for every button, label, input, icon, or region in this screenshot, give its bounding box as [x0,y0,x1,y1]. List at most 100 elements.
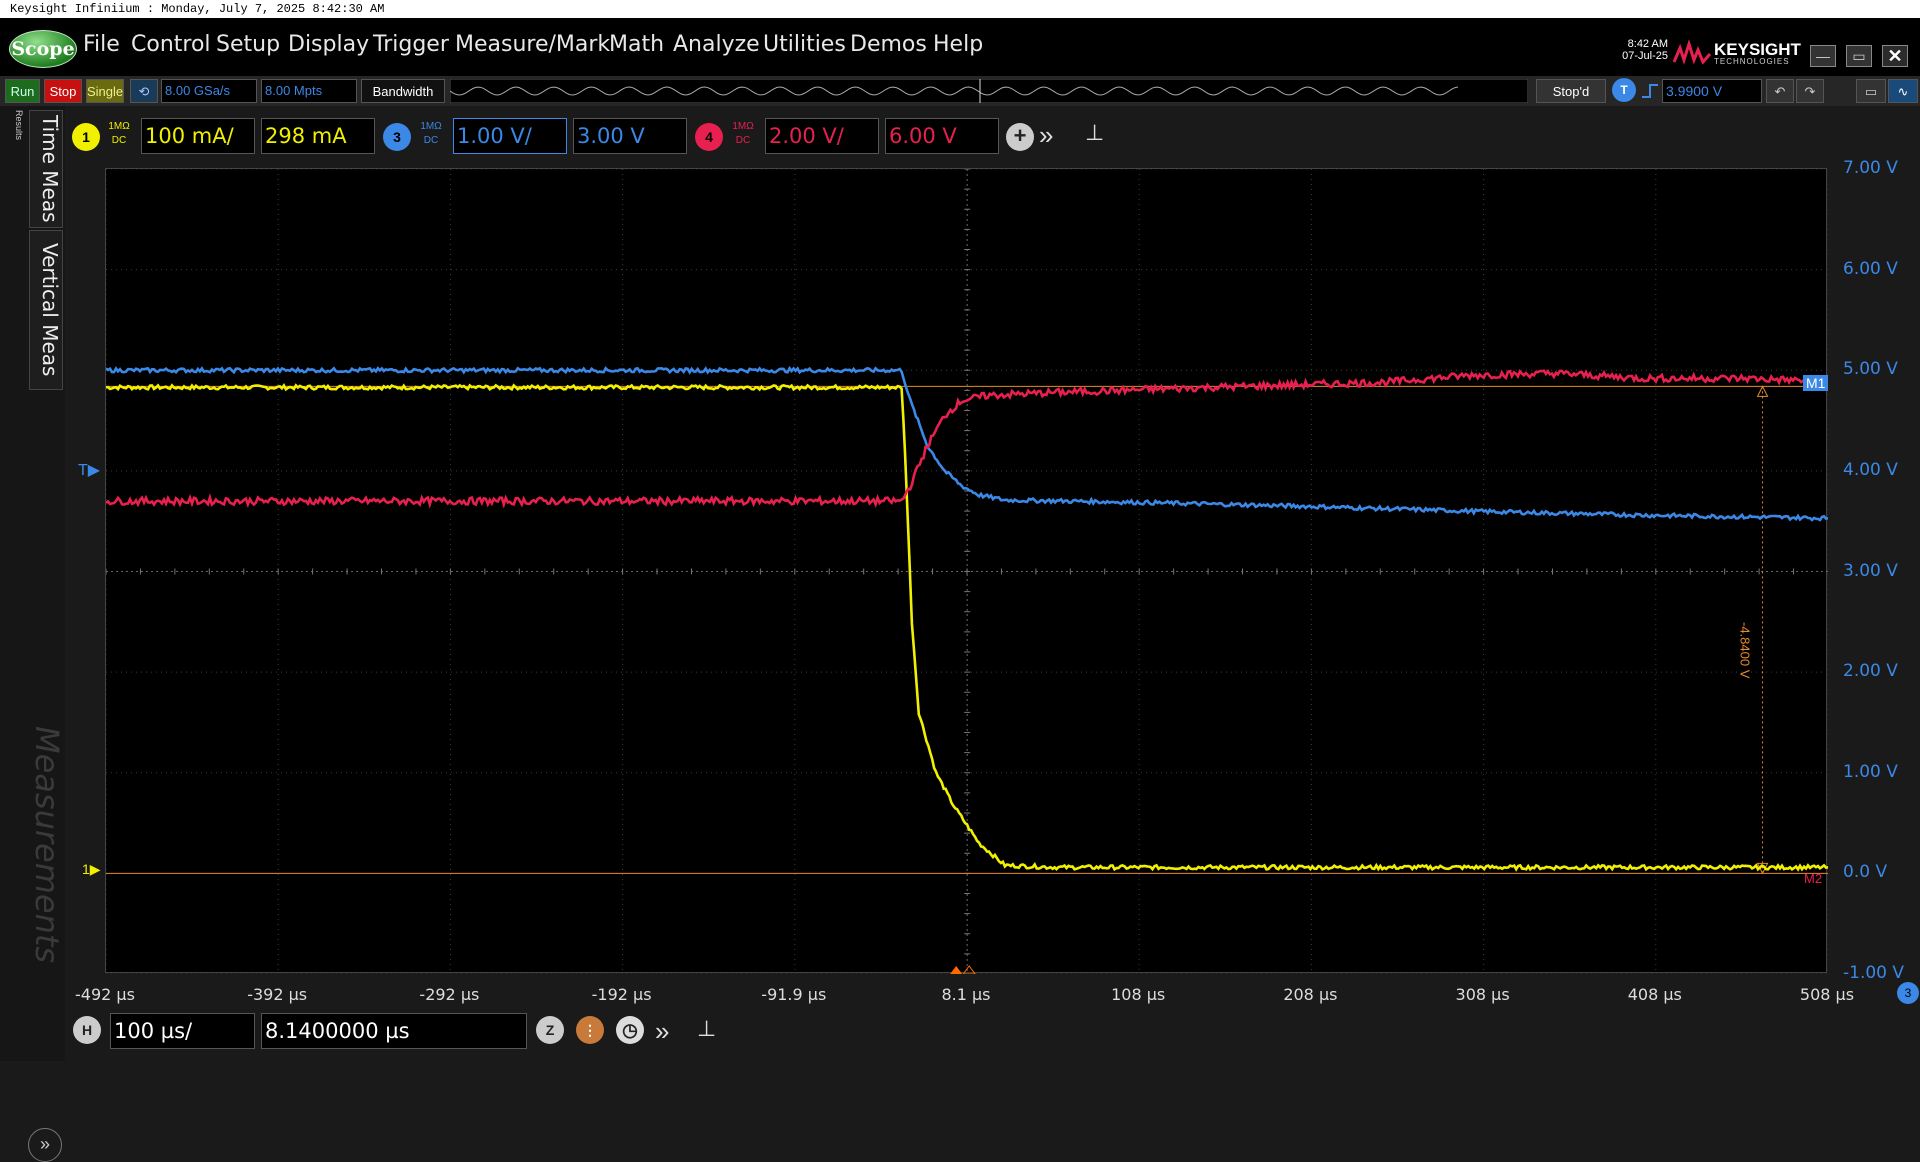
more-channels-icon[interactable]: » [1039,120,1053,151]
display-layout-icon[interactable]: ▭ [1856,79,1886,103]
channel-badge[interactable]: 3 [1897,982,1919,1004]
trigger-level-field[interactable]: 3.9900 V [1662,79,1762,103]
waveform-plot[interactable]: M1 M2 -4.8400 V [105,168,1829,974]
redo-icon[interactable]: ↷ [1796,79,1824,103]
x-tick-label: 208 µs [1283,985,1338,1004]
x-tick-label: -492 µs [75,985,135,1004]
clock-date: 07-Jul-25 [1622,50,1668,62]
clock-icon[interactable]: ◷ [616,1016,644,1044]
y-tick-label: 7.00 V [1843,158,1898,178]
channel-1-ground-marker[interactable]: 1▶ [82,861,101,878]
channel-1-dc: DC [111,135,127,146]
auto-scale-icon[interactable]: ⟲ [130,79,158,103]
waveform-svg [106,169,1828,974]
trigger-level-marker[interactable]: T▶ [78,460,100,480]
window-title: Keysight Infiniium : Monday, July 7, 202… [0,0,1920,18]
channel-1-impedance: 1MΩ [108,121,130,132]
segment-icon[interactable]: ⋮ [576,1016,604,1044]
more-horizontal-icon[interactable]: » [655,1016,669,1047]
menu-math[interactable]: Math [609,32,664,57]
x-tick-label: -392 µs [247,985,308,1004]
horizontal-position-field[interactable]: 8.1400000 µs [261,1013,527,1049]
marker-m2-label[interactable]: M2 [1804,871,1822,886]
stop-button[interactable]: Stop [44,79,82,103]
menu-file[interactable]: File [83,32,120,57]
y-tick-label: 5.00 V [1843,359,1898,380]
close-icon[interactable]: ✕ [1882,45,1908,67]
scope-logo-button[interactable]: Scope [9,30,77,68]
undo-icon[interactable]: ↶ [1766,79,1794,103]
menu-utilities[interactable]: Utilities [763,32,846,57]
run-button[interactable]: Run [5,79,40,103]
channel-4-coupling[interactable]: 1MΩ DC [730,120,756,148]
left-tabs: Results Time Meas Vertical Meas Measurem… [0,106,66,1162]
memory-depth-field[interactable]: 8.00 Mpts [261,79,357,103]
channel-1-scale-field[interactable]: 100 mA/ [141,118,255,154]
toolbar: Run Stop Single ⟲ 8.00 GSa/s 8.00 Mpts B… [0,76,1920,106]
trigger-position-marker [950,966,963,974]
channel-3-scale-field[interactable]: 1.00 V/ [453,118,567,154]
horizontal-bar: H 100 µs/ 8.1400000 µs Z ⋮ ◷ » ⊥ [65,1010,1920,1061]
trigger-source-icon[interactable]: T [1612,78,1636,102]
marker-m1-label[interactable]: M1 [1803,375,1829,392]
delay-marker [962,965,976,974]
y-tick-label: -1.00 V [1843,963,1905,983]
menu-demos[interactable]: Demos [850,32,927,57]
channel-4-dc: DC [735,135,751,146]
tab-vertical-meas[interactable]: Vertical Meas [29,230,63,390]
channel-3-offset-field[interactable]: 3.00 V [573,118,687,154]
menu-trigger[interactable]: Trigger [373,32,449,57]
channel-bar: 1 1MΩ DC 100 mA/ 298 mA 3 1MΩ DC 1.00 V/ 3… [55,114,1920,160]
channel-1-offset-field[interactable]: 298 mA [261,118,375,154]
channel-3-coupling[interactable]: 1MΩ DC [418,120,444,148]
x-tick-label: 8.1 µs [941,985,991,1004]
channel-1-coupling[interactable]: 1MΩ DC [106,120,132,148]
delta-readout: -4.8400 V [1737,622,1753,679]
waveform-overview[interactable] [450,79,1528,103]
bandwidth-button[interactable]: Bandwidth [361,79,445,103]
channel-4-scale-field[interactable]: 2.00 V/ [765,118,879,154]
x-tick-label: -91.9 µs [761,985,827,1004]
x-tick-label: 408 µs [1627,985,1682,1004]
acquisition-status: Stop'd [1536,79,1606,103]
pin-icon[interactable]: ⊥ [1085,120,1104,146]
zoom-icon[interactable]: Z [536,1016,564,1044]
expand-measurements-icon[interactable]: » [28,1128,62,1162]
x-tick-label: -292 µs [419,985,480,1004]
x-tick-label: -192 µs [591,985,652,1004]
horizontal-icon[interactable]: H [73,1016,101,1044]
menu-bar: Scope File Control Setup Display Trigger… [0,18,1920,76]
menu-setup[interactable]: Setup [216,32,280,57]
channel-4-impedance: 1MΩ [732,121,754,132]
fit-waveform-icon[interactable]: ∿ [1888,79,1918,103]
y-tick-label: 3.00 V [1843,560,1898,581]
maximize-icon[interactable]: ▭ [1846,45,1872,67]
channel-4-icon[interactable]: 4 [695,123,723,151]
channel-1-icon[interactable]: 1 [72,123,100,151]
channel-3-dc: DC [423,135,439,146]
y-tick-label: 0.0 V [1843,862,1888,883]
results-tab[interactable]: Results [2,110,24,170]
horizontal-scale-field[interactable]: 100 µs/ [110,1013,255,1049]
clock-time: 8:42 AM [1627,38,1668,50]
x-tick-label: 108 µs [1111,985,1166,1004]
horizontal-pin-icon[interactable]: ⊥ [697,1016,716,1042]
menu-measure-mark[interactable]: Measure/Mark [455,32,610,57]
sample-rate-field[interactable]: 8.00 GSa/s [161,79,257,103]
x-tick-label: 508 µs [1799,985,1855,1004]
add-channel-icon[interactable]: + [1006,123,1034,151]
trigger-edge-icon[interactable] [1640,81,1660,101]
measurements-watermark: Measurements [28,726,66,964]
menu-control[interactable]: Control [131,32,211,57]
menu-display[interactable]: Display [288,32,369,57]
x-tick-label: 308 µs [1455,985,1510,1004]
channel-3-icon[interactable]: 3 [383,123,411,151]
menu-analyze[interactable]: Analyze [673,32,760,57]
channel-4-offset-field[interactable]: 6.00 V [885,118,999,154]
minimize-icon[interactable]: — [1810,45,1836,67]
y-tick-label: 6.00 V [1843,258,1898,279]
y-tick-label: 1.00 V [1843,761,1898,782]
brand-sub: TECHNOLOGIES [1714,57,1790,66]
single-button[interactable]: Single [86,79,124,103]
menu-help[interactable]: Help [933,32,983,57]
